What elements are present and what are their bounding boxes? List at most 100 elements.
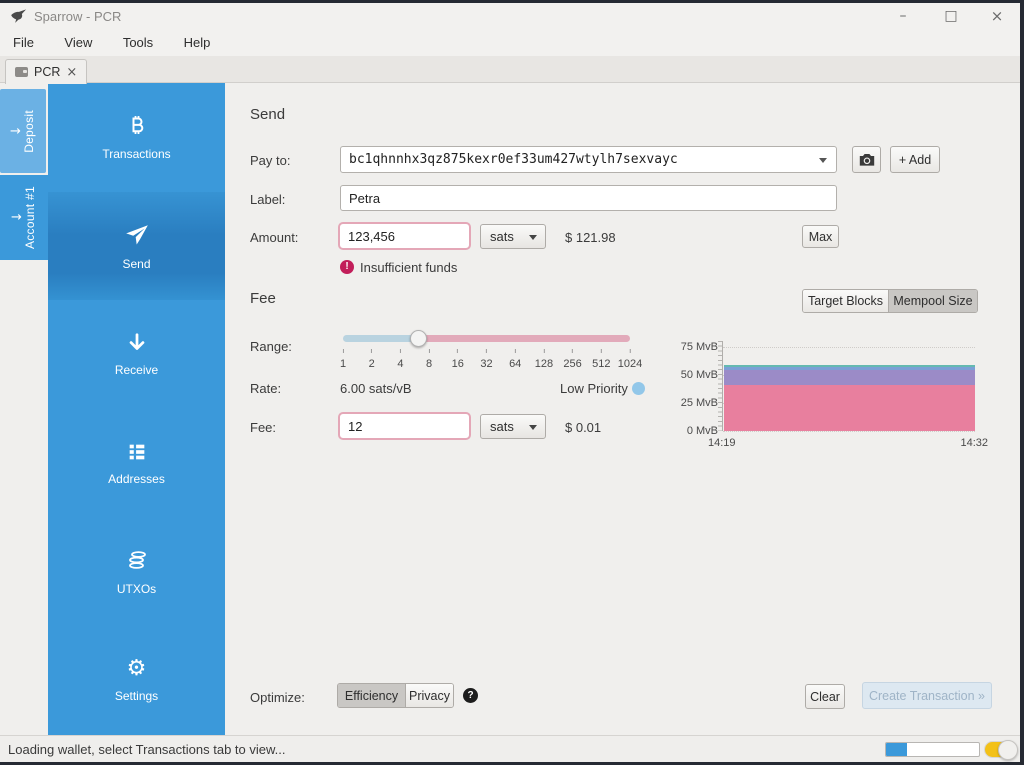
bitcoin-icon: [125, 114, 149, 138]
camera-icon: [859, 153, 875, 167]
chevron-down-icon: [529, 425, 537, 430]
sidebar-item-label: Addresses: [108, 472, 165, 486]
sidebar-item-send[interactable]: Send: [48, 192, 225, 301]
range-tick: 64: [509, 349, 521, 372]
send-panel: Send Pay to: bc1qhnnhx3qz875kexr0ef33um4…: [225, 83, 1020, 735]
menu-view[interactable]: View: [51, 30, 105, 56]
pay-to-combobox[interactable]: bc1qhnnhx3qz875kexr0ef33um427wtylh7sexva…: [340, 146, 837, 173]
priority-label: Low Priority: [560, 381, 628, 396]
account-tab-account1[interactable]: → Account #1: [0, 175, 48, 260]
chart-y-label: 50 MvB: [681, 369, 718, 381]
optimize-label: Optimize:: [250, 690, 305, 705]
pay-to-address: bc1qhnnhx3qz875kexr0ef33um427wtylh7sexva…: [349, 152, 678, 167]
arrow-down-icon: [126, 332, 148, 354]
amount-input[interactable]: 123,456: [338, 222, 471, 250]
gear-icon: ⚙: [127, 658, 147, 680]
status-message: Loading wallet, select Transactions tab …: [8, 742, 286, 757]
clear-button[interactable]: Clear: [805, 684, 845, 709]
help-icon[interactable]: ?: [463, 688, 478, 703]
scan-qr-button[interactable]: [852, 146, 881, 173]
fee-unit-value: sats: [490, 419, 514, 434]
sparrow-window: Sparrow - PCR – □ × File View Tools Help…: [0, 0, 1024, 765]
range-tick: 8: [426, 349, 432, 372]
amount-label: Amount:: [250, 230, 298, 245]
minimize-button[interactable]: –: [882, 3, 924, 30]
range-tick: 2: [369, 349, 375, 372]
chart-y-label: 25 MvB: [681, 397, 718, 409]
efficiency-button[interactable]: Efficiency: [338, 684, 405, 707]
theme-toggle[interactable]: [984, 741, 1016, 758]
close-button[interactable]: ×: [976, 3, 1018, 30]
arrow-right-icon: →: [11, 210, 22, 225]
privacy-button[interactable]: Privacy: [405, 684, 453, 707]
tab-close-icon[interactable]: ×: [66, 65, 77, 80]
range-tick: 1024: [618, 349, 642, 372]
sidebar-item-label: UTXOs: [117, 582, 156, 596]
chart-x-label: 14:32: [960, 437, 988, 449]
range-tick: 128: [535, 349, 553, 372]
tab-pcr[interactable]: PCR ×: [5, 59, 87, 84]
wallet-icon: [15, 67, 28, 77]
chart-area-layer: [724, 385, 975, 431]
amount-unit-select[interactable]: sats: [480, 224, 546, 249]
menu-file[interactable]: File: [0, 30, 47, 56]
sidebar-item-addresses[interactable]: Addresses: [48, 409, 225, 518]
range-tick: 512: [592, 349, 610, 372]
menu-tools[interactable]: Tools: [110, 30, 166, 56]
slider-thumb[interactable]: [410, 330, 427, 347]
amount-unit-value: sats: [490, 229, 514, 244]
optimize-toggle: Efficiency Privacy: [337, 683, 454, 708]
slider-track-low[interactable]: [343, 335, 418, 342]
target-blocks-button[interactable]: Target Blocks: [803, 290, 888, 312]
create-transaction-button: Create Transaction »: [862, 682, 992, 709]
sidebar-item-transactions[interactable]: Transactions: [48, 83, 225, 192]
mempool-chart: 75 MvB 50 MvB 25 MvB 0 MvB 14:19 14:32: [640, 341, 988, 449]
coins-icon: [125, 549, 149, 573]
sidebar-item-receive[interactable]: Receive: [48, 300, 225, 409]
list-icon: [126, 441, 148, 463]
account-tab-deposit[interactable]: → Deposit: [0, 89, 46, 173]
range-tick: 256: [563, 349, 581, 372]
chevron-down-icon[interactable]: [819, 158, 827, 163]
sparrow-logo-icon: [10, 8, 28, 25]
chart-x-label: 14:19: [708, 437, 736, 449]
fee-input[interactable]: 12: [338, 412, 471, 440]
slider-track-high[interactable]: [418, 335, 630, 342]
menu-help[interactable]: Help: [171, 30, 224, 56]
range-tick: 16: [452, 349, 464, 372]
wallet-tabbar: PCR ×: [0, 56, 1020, 83]
chevron-down-icon: [529, 235, 537, 240]
range-tick: 32: [480, 349, 492, 372]
sidebar-item-label: Receive: [115, 363, 158, 377]
gridline: [723, 347, 975, 348]
sidebar-item-label: Transactions: [102, 147, 170, 161]
fee-unit-select[interactable]: sats: [480, 414, 546, 439]
window-body: Sparrow - PCR – □ × File View Tools Help…: [0, 3, 1020, 762]
tab-pcr-label: PCR: [34, 65, 60, 79]
account-tab-account1-label: Account #1: [23, 186, 37, 249]
add-recipient-button[interactable]: + Add: [890, 146, 940, 173]
mempool-size-button[interactable]: Mempool Size: [888, 290, 977, 312]
fee-fiat-value: $ 0.01: [565, 420, 601, 435]
toggle-knob[interactable]: [998, 740, 1018, 760]
sidebar-item-settings[interactable]: ⚙ Settings: [48, 626, 225, 735]
range-tick: 1: [340, 349, 346, 372]
sidebar-item-label: Send: [122, 257, 150, 271]
max-button[interactable]: Max: [802, 225, 839, 248]
send-icon: [124, 222, 150, 248]
pay-to-label: Pay to:: [250, 153, 290, 168]
range-tick: 4: [397, 349, 403, 372]
label-input[interactable]: Petra: [340, 185, 837, 211]
sidebar-item-utxos[interactable]: UTXOs: [48, 518, 225, 627]
insufficient-funds-text: Insufficient funds: [360, 260, 457, 275]
chart-y-label: 0 MvB: [687, 425, 718, 437]
fee-range-slider[interactable]: [343, 330, 630, 348]
window-title: Sparrow - PCR: [34, 9, 121, 24]
send-section-title: Send: [250, 106, 285, 123]
rate-label: Rate:: [250, 381, 281, 396]
progress-fill: [886, 743, 907, 756]
fee-label: Fee:: [250, 420, 276, 435]
maximize-button[interactable]: □: [930, 3, 972, 30]
gridline: [723, 431, 975, 432]
mempool-chart-plot: [722, 341, 975, 431]
